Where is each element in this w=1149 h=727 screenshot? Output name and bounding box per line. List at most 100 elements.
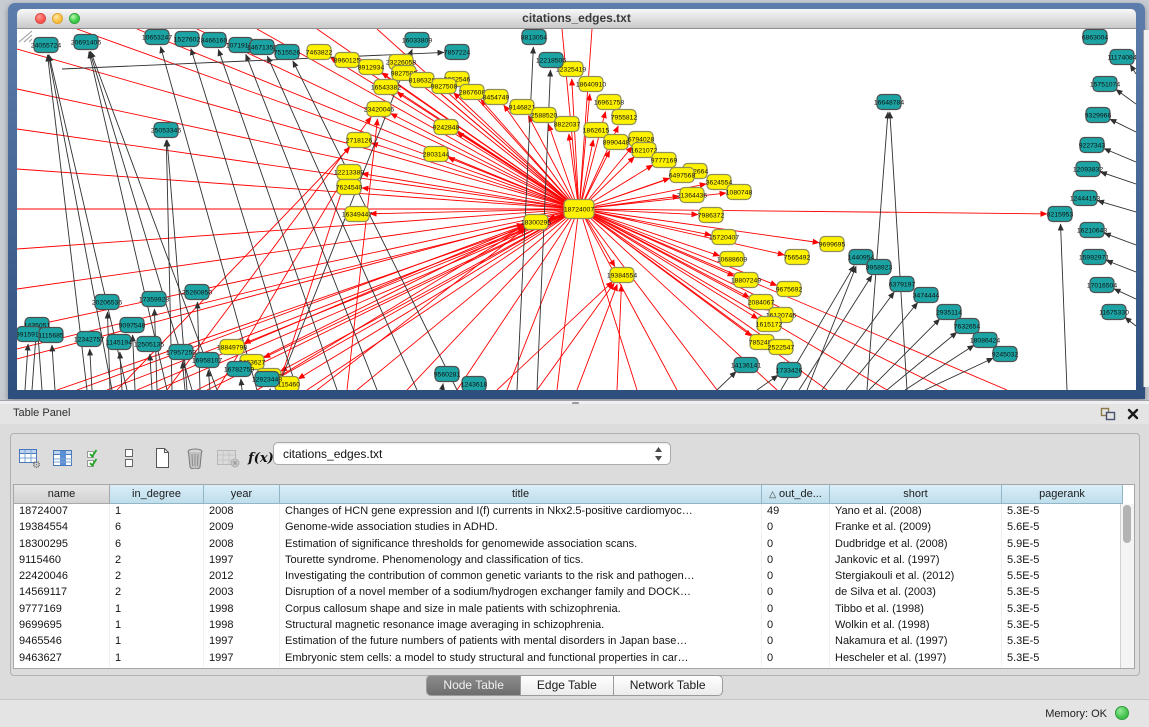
graph-node[interactable]: 2084067: [748, 295, 775, 310]
citation-edge-red[interactable]: [586, 146, 633, 203]
graph-node[interactable]: 12213389: [334, 165, 364, 180]
graph-node[interactable]: 16033809: [402, 33, 432, 48]
graph-node[interactable]: 8454749: [483, 90, 510, 105]
graph-node[interactable]: 16543382: [371, 80, 401, 95]
citation-network-graph[interactable]: 7463822896012589129342322605898275058186…: [17, 29, 1136, 390]
table-row[interactable]: 946554611997Estimation of the future num…: [14, 634, 1134, 650]
graph-node[interactable]: 9560281: [434, 367, 461, 382]
network-canvas[interactable]: 7463822896012589129342322605898275058186…: [17, 29, 1136, 390]
graph-node[interactable]: 10653247: [142, 30, 172, 45]
citation-edge-red[interactable]: [537, 283, 614, 390]
citation-edge-red[interactable]: [589, 209, 1047, 214]
graph-node[interactable]: 11174084: [1107, 50, 1136, 65]
canvas-resize-grip-icon[interactable]: [17, 29, 33, 43]
graph-node[interactable]: 1080748: [726, 185, 753, 200]
graph-node[interactable]: 25053346: [151, 123, 181, 138]
citation-edge-black[interactable]: [32, 335, 36, 390]
graph-node[interactable]: 8822037: [554, 117, 581, 132]
citation-edge-red[interactable]: [584, 216, 677, 390]
delete-entries-button[interactable]: [180, 443, 210, 473]
column-header-short[interactable]: short: [830, 485, 1002, 504]
citation-edge-red[interactable]: [257, 29, 570, 205]
graph-node[interactable]: 7463822: [306, 45, 333, 60]
graph-node[interactable]: 6379197: [889, 277, 916, 292]
citation-edge-black[interactable]: [1110, 119, 1136, 132]
citation-edge-black[interactable]: [1100, 172, 1136, 184]
table-row[interactable]: 1830029562008Estimation of significance …: [14, 537, 1134, 553]
citation-edge-red[interactable]: [357, 214, 571, 390]
graph-node[interactable]: 3474444: [913, 288, 940, 303]
citation-edge-red[interactable]: [580, 94, 590, 201]
graph-node[interactable]: 9242848: [433, 120, 460, 135]
column-header-year[interactable]: year: [204, 485, 280, 504]
graph-node[interactable]: 25260850: [182, 285, 212, 300]
column-header-title[interactable]: title: [280, 485, 762, 504]
graph-node[interactable]: 8466160: [201, 33, 228, 48]
graph-node[interactable]: 9329966: [1085, 108, 1112, 123]
graph-node[interactable]: 2522547: [768, 340, 795, 355]
citation-edge-black[interactable]: [241, 379, 242, 390]
tab-edge-table[interactable]: Edge Table: [521, 675, 614, 696]
close-panel-icon[interactable]: [1126, 407, 1140, 421]
graph-node[interactable]: 1733426: [776, 363, 803, 378]
network-window-titlebar[interactable]: citations_edges.txt: [17, 9, 1136, 29]
citation-edge-red[interactable]: [317, 228, 526, 390]
table-vertical-scrollbar[interactable]: [1120, 504, 1134, 668]
citation-edge-black[interactable]: [717, 372, 736, 390]
graph-node[interactable]: 1145194: [106, 335, 132, 350]
tab-network-table[interactable]: Network Table: [614, 675, 723, 696]
graph-node[interactable]: 8990448: [603, 135, 630, 150]
graph-node[interactable]: 2935114: [936, 305, 962, 320]
graph-node[interactable]: 9227343: [1079, 138, 1106, 153]
graph-node[interactable]: 1615172: [756, 317, 783, 332]
graph-node[interactable]: 16349447: [342, 207, 372, 222]
citation-edge-black[interactable]: [1106, 260, 1136, 272]
citation-edge-red[interactable]: [407, 215, 572, 390]
column-header-pagerank[interactable]: pagerank: [1002, 485, 1123, 504]
graph-node[interactable]: 16210643: [1077, 223, 1107, 238]
graph-node[interactable]: 9827508: [431, 79, 458, 94]
graph-node[interactable]: 14136141: [731, 358, 761, 373]
graph-node[interactable]: 16961758: [594, 95, 624, 110]
graph-node[interactable]: 23420046: [364, 102, 394, 117]
memory-ok-indicator[interactable]: [1115, 706, 1129, 720]
select-columns-button[interactable]: [81, 443, 111, 473]
graph-node[interactable]: 8958923: [866, 260, 893, 275]
citation-edge-black[interactable]: [161, 47, 257, 390]
citation-edge-black[interactable]: [1114, 289, 1136, 299]
citation-edge-red[interactable]: [347, 119, 378, 390]
graph-node[interactable]: 18849798: [217, 340, 247, 355]
citation-edge-red[interactable]: [588, 178, 669, 206]
graph-node[interactable]: 7955812: [611, 110, 638, 125]
citation-edge-black[interactable]: [1104, 149, 1136, 162]
graph-node[interactable]: 7624540: [336, 180, 363, 195]
graph-node[interactable]: 2718126: [346, 133, 373, 148]
graph-node[interactable]: 18640910: [576, 77, 606, 92]
table-selector-dropdown[interactable]: citations_edges.txt: [273, 442, 671, 465]
column-header-out_de[interactable]: △out_de...: [762, 485, 830, 504]
citation-edge-red[interactable]: [17, 210, 569, 249]
graph-node[interactable]: 12923448: [252, 372, 282, 387]
citation-edge-black[interactable]: [807, 266, 856, 390]
graph-node[interactable]: 18724007: [564, 200, 594, 219]
graph-node[interactable]: 12218506: [536, 53, 566, 68]
citation-edge-black[interactable]: [869, 319, 940, 390]
citation-edge-black[interactable]: [1116, 89, 1136, 104]
graph-node[interactable]: 6863004: [1082, 30, 1109, 45]
citation-edge-black[interactable]: [1104, 233, 1136, 245]
table-row[interactable]: 2242004622012Investigating the contribut…: [14, 569, 1134, 585]
graph-node[interactable]: 7515526: [274, 45, 301, 60]
citation-edge-black[interactable]: [1061, 224, 1067, 390]
graph-node[interactable]: 9699695: [819, 237, 846, 252]
citation-edge-black[interactable]: [52, 345, 55, 390]
graph-node[interactable]: 6497568: [669, 168, 696, 183]
graph-node[interactable]: 18086424: [970, 333, 1000, 348]
graph-node[interactable]: 11675330: [1099, 305, 1129, 320]
graph-node[interactable]: 7632654: [954, 319, 981, 334]
graph-node[interactable]: 16782759: [224, 362, 254, 377]
citation-edge-red[interactable]: [497, 282, 612, 390]
citation-edge-black[interactable]: [25, 344, 28, 390]
graph-node[interactable]: 9245032: [992, 347, 1019, 362]
graph-node[interactable]: 10688609: [717, 252, 747, 267]
table-row[interactable]: 969969511998Structural magnetic resonanc…: [14, 618, 1134, 634]
